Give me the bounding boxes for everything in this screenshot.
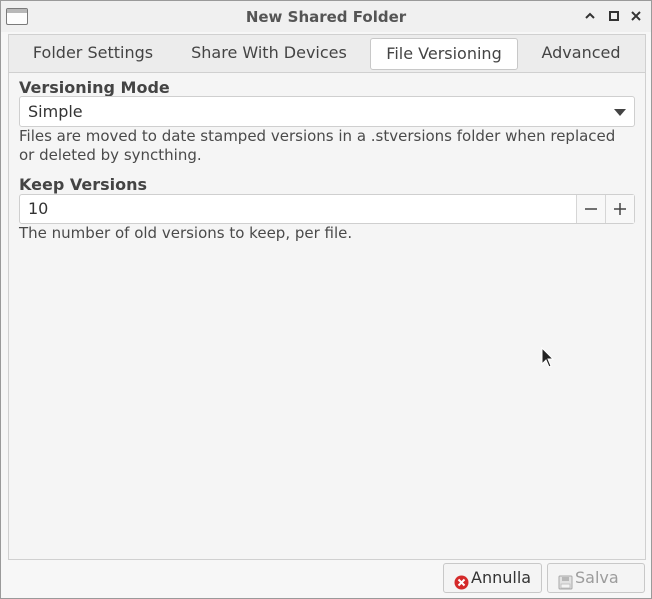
cancel-button[interactable]: Annulla <box>443 563 542 593</box>
chevron-down-icon <box>614 109 626 116</box>
tab-share-with-devices[interactable]: Share With Devices <box>179 38 359 70</box>
tab-bar: Folder Settings Share With Devices File … <box>8 34 646 72</box>
file-versioning-panel: Versioning Mode Simple Files are moved t… <box>8 72 646 560</box>
tab-advanced[interactable]: Advanced <box>531 38 631 70</box>
cancel-label: Annulla <box>471 568 532 587</box>
mouse-pointer-icon <box>541 346 555 373</box>
keep-versions-help: The number of old versions to keep, per … <box>19 224 353 242</box>
keep-versions-label: Keep Versions <box>19 175 148 194</box>
titlebar[interactable]: New Shared Folder <box>1 1 651 32</box>
tab-folder-settings[interactable]: Folder Settings <box>19 38 167 70</box>
tab-file-versioning[interactable]: File Versioning <box>370 38 518 70</box>
keep-versions-stepper[interactable]: 10 <box>19 194 635 224</box>
maximize-icon[interactable] <box>606 8 622 24</box>
dialog-window: New Shared Folder Folder Settings Share … <box>0 0 652 599</box>
keep-versions-value[interactable]: 10 <box>28 199 48 218</box>
save-icon <box>558 571 573 590</box>
close-icon[interactable] <box>628 8 644 24</box>
versioning-mode-select[interactable]: Simple <box>19 96 635 127</box>
minimize-icon[interactable] <box>582 8 598 24</box>
increment-button[interactable] <box>605 195 634 223</box>
decrement-button[interactable] <box>576 195 605 223</box>
save-button[interactable]: Salva <box>547 563 645 593</box>
versioning-mode-label: Versioning Mode <box>19 78 170 97</box>
versioning-mode-help: Files are moved to date stamped versions… <box>19 127 616 164</box>
cancel-icon <box>454 571 469 590</box>
window-title: New Shared Folder <box>245 8 407 26</box>
save-label: Salva <box>575 568 619 587</box>
versioning-mode-value: Simple <box>28 102 83 121</box>
